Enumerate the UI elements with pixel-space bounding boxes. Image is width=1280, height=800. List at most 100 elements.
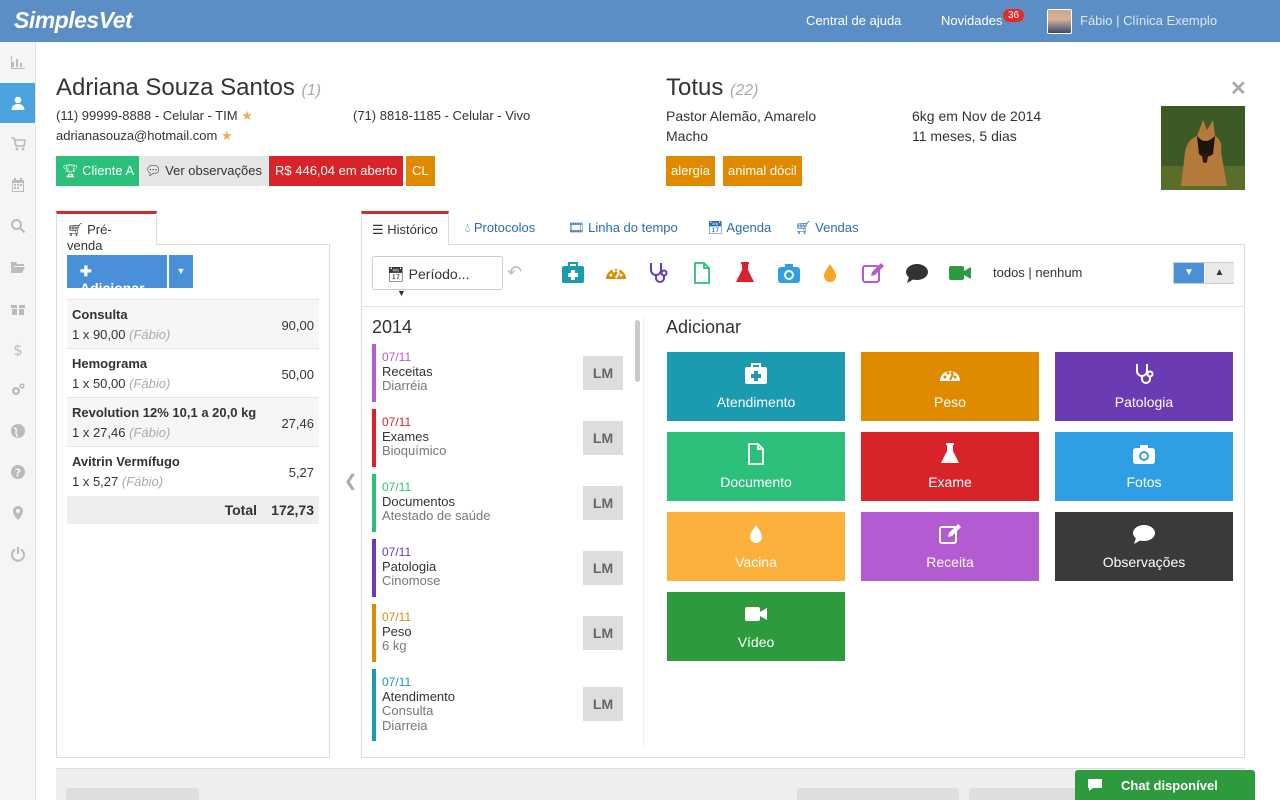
star-icon: ★ bbox=[220, 128, 233, 143]
undo-icon[interactable]: ↶ bbox=[507, 262, 522, 283]
tile-label: Patologia bbox=[1114, 394, 1174, 410]
add-patologia-button[interactable]: Patologia bbox=[1055, 352, 1233, 421]
sidebar-item-sales[interactable] bbox=[0, 124, 35, 164]
tile-label: Atendimento bbox=[716, 394, 796, 410]
add-fotos-button[interactable]: Fotos bbox=[1055, 432, 1233, 501]
sidebar-item-files[interactable] bbox=[0, 247, 35, 287]
timeline-item[interactable]: 07/11 Documentos Atestado de saúde LM bbox=[372, 474, 624, 532]
view-notes-label: Ver observações bbox=[165, 163, 262, 178]
user-avatar[interactable] bbox=[1047, 9, 1072, 34]
cl-tag[interactable]: CL bbox=[406, 156, 435, 186]
chat-widget[interactable]: Chat disponível bbox=[1075, 770, 1255, 800]
timeline-title: Receitas bbox=[382, 364, 433, 379]
timeline-item[interactable]: 07/11 Receitas Diarréia LM bbox=[372, 344, 624, 402]
user-menu[interactable]: Fábio | Clínica Exemplo bbox=[1080, 13, 1217, 28]
prevenda-item-qty: 1 x 5,27 (Fábio) bbox=[72, 474, 163, 489]
pet-tag-docile[interactable]: animal dócil bbox=[723, 156, 802, 186]
debt-tag[interactable]: R$ 446,04 em aberto bbox=[269, 156, 404, 186]
tab-vendas[interactable]: 🛒︎ Vendas bbox=[785, 211, 869, 245]
prevenda-row[interactable]: Hemograma 1 x 50,00 (Fábio) 50,00 bbox=[67, 348, 319, 397]
add-atendimento-button[interactable]: Atendimento bbox=[667, 352, 845, 421]
filter-all-none[interactable]: todos | nenhum bbox=[993, 265, 1082, 280]
add-receita-button[interactable]: Receita bbox=[861, 512, 1039, 581]
sidebar-item-finance[interactable]: $ bbox=[0, 329, 35, 369]
timeline-item[interactable]: 07/11 Patologia Cinomose LM bbox=[372, 539, 624, 597]
add-vacina-button[interactable]: Vacina bbox=[667, 512, 845, 581]
add-video-button[interactable]: Vídeo bbox=[667, 592, 845, 661]
add-peso-button[interactable]: Peso bbox=[861, 352, 1039, 421]
sidebar-item-location[interactable] bbox=[0, 493, 35, 533]
sidebar-item-gifts[interactable] bbox=[0, 288, 35, 328]
timeline-user-badge: LM bbox=[583, 356, 623, 390]
tile-label: Receita bbox=[926, 554, 974, 570]
sidebar-item-search[interactable] bbox=[0, 206, 35, 246]
chevron-left-icon[interactable]: ❮ bbox=[344, 471, 357, 491]
comment-icon[interactable] bbox=[905, 261, 931, 285]
add-item-dropdown-toggle[interactable]: ▼ bbox=[169, 255, 193, 288]
prevenda-item-value: 90,00 bbox=[281, 318, 314, 333]
sidebar-item-web[interactable] bbox=[0, 411, 35, 451]
timeline-scrollbar[interactable] bbox=[635, 320, 640, 382]
view-notes-button[interactable]: 💬︎ Ver observações bbox=[139, 156, 268, 186]
pet-photo[interactable] bbox=[1161, 106, 1245, 190]
tab-protocolos[interactable]: 💧︎ Protocolos bbox=[455, 211, 545, 245]
sidebar-item-reports[interactable] bbox=[0, 42, 35, 82]
timeline-item[interactable]: 07/11 Atendimento Consulta Diarreia LM bbox=[372, 669, 624, 741]
footer-button-left[interactable] bbox=[66, 788, 199, 800]
prevenda-row[interactable]: Revolution 12% 10,1 a 20,0 kg 1 x 27,46 … bbox=[67, 397, 319, 446]
video-icon[interactable] bbox=[948, 261, 974, 285]
timeline-color-bar bbox=[372, 474, 376, 532]
pet-weight: 6kg em Nov de 2014 bbox=[912, 108, 1042, 124]
add-exame-button[interactable]: Exame bbox=[861, 432, 1039, 501]
stethoscope-icon bbox=[1055, 362, 1233, 388]
tab-prevenda[interactable]: 🛒︎ Pré-venda bbox=[56, 211, 157, 253]
close-icon[interactable]: ✕ bbox=[1230, 76, 1247, 101]
tab-label: Vendas bbox=[815, 220, 859, 235]
caret-down-icon: ▼ bbox=[397, 288, 406, 298]
timeline-subtitle-2: Diarreia bbox=[382, 718, 428, 733]
calendar-icon: 📅︎ bbox=[707, 220, 724, 235]
pet-breed: Pastor Alemão, Amarelo bbox=[666, 108, 817, 124]
timeline-item[interactable]: 07/11 Peso 6 kg LM bbox=[372, 604, 624, 662]
edit-icon[interactable] bbox=[861, 261, 887, 285]
collapse-all-button[interactable]: ▲ bbox=[1205, 263, 1234, 283]
timeline-title: Exames bbox=[382, 429, 429, 444]
add-observacoes-button[interactable]: Observações bbox=[1055, 512, 1233, 581]
dashboard-icon[interactable] bbox=[604, 261, 630, 285]
prevenda-row[interactable]: Consulta 1 x 90,00 (Fábio) 90,00 bbox=[67, 299, 319, 348]
drop-icon[interactable] bbox=[818, 261, 844, 285]
help-center-link[interactable]: Central de ajuda bbox=[806, 13, 901, 28]
app-logo[interactable]: SimplesVet bbox=[14, 7, 133, 34]
tab-historico[interactable]: ☰ Histórico bbox=[361, 211, 449, 245]
stethoscope-icon[interactable] bbox=[646, 261, 672, 285]
add-panel-title: Adicionar bbox=[666, 317, 742, 337]
document-icon[interactable] bbox=[690, 261, 716, 285]
sidebar-item-settings[interactable] bbox=[0, 370, 35, 410]
expand-all-button[interactable]: ▼ bbox=[1174, 263, 1204, 283]
timeline-item[interactable]: 07/11 Exames Bioquímico LM bbox=[372, 409, 624, 467]
timeline-title: Peso bbox=[382, 624, 412, 639]
pet-tag-allergy[interactable]: alergia bbox=[666, 156, 716, 186]
prevenda-item-name: Revolution 12% 10,1 a 20,0 kg bbox=[72, 405, 257, 420]
timeline-date: 07/11 bbox=[382, 415, 412, 429]
client-class-tag[interactable]: 🏆︎ Cliente A bbox=[56, 156, 141, 186]
sidebar-item-calendar[interactable] bbox=[0, 165, 35, 205]
camera-icon[interactable] bbox=[777, 261, 803, 285]
sidebar-item-help[interactable]: ? bbox=[0, 452, 35, 492]
add-item-button[interactable]: ✚ Adicionar bbox=[67, 255, 167, 296]
add-documento-button[interactable]: Documento bbox=[667, 432, 845, 501]
flask-icon[interactable] bbox=[733, 261, 759, 285]
medkit-icon[interactable] bbox=[561, 261, 587, 285]
prevenda-row[interactable]: Avitrin Vermífugo 1 x 5,27 (Fábio) 5,27 bbox=[67, 446, 319, 495]
footer-button-middle[interactable] bbox=[797, 788, 959, 800]
sidebar-item-clients[interactable] bbox=[0, 83, 35, 123]
star-icon: ★ bbox=[241, 108, 253, 123]
footer-button-right[interactable] bbox=[969, 788, 1079, 800]
period-dropdown[interactable]: 📅︎ Período... ▼ bbox=[372, 256, 503, 298]
tab-linha-do-tempo[interactable]: 🎞︎ Linha do tempo bbox=[558, 211, 688, 245]
list-icon: ☰ bbox=[372, 222, 384, 237]
news-link[interactable]: Novidades bbox=[941, 13, 1002, 28]
sidebar-item-logout[interactable] bbox=[0, 534, 35, 574]
item-user: (Fábio) bbox=[121, 474, 164, 489]
tab-agenda[interactable]: 📅︎ Agenda bbox=[697, 211, 781, 245]
